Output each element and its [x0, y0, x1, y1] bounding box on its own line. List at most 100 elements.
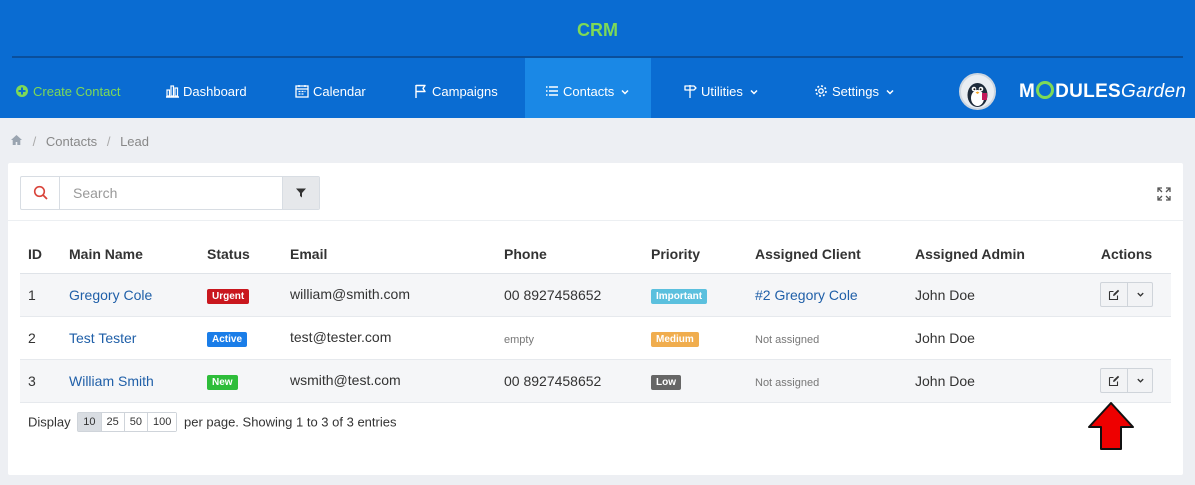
cell-id: 2: [20, 316, 61, 360]
row-actions-empty: [1082, 316, 1171, 360]
search-input[interactable]: [61, 177, 283, 209]
nav-utilities[interactable]: Utilities: [682, 58, 759, 118]
chevron-down-icon: [750, 89, 758, 95]
assigned-client-empty: Not assigned: [755, 376, 820, 389]
cell-id: 1: [20, 273, 61, 317]
app-title: CRM: [577, 20, 618, 40]
nav-settings[interactable]: Settings: [813, 58, 895, 118]
status-badge: Urgent: [207, 288, 250, 304]
penguin-avatar-icon: [967, 83, 988, 107]
cell-phone: 00 8927458652: [496, 359, 643, 403]
main-nav: Create Contact Dashboard Calendar Campai…: [0, 58, 1195, 118]
col-phone-header[interactable]: Phone: [496, 235, 643, 274]
cell-phone: 00 8927458652: [496, 273, 643, 317]
chevron-down-icon: [1136, 292, 1144, 297]
col-email-header[interactable]: Email: [282, 235, 496, 274]
contact-name-link[interactable]: Gregory Cole: [69, 287, 152, 303]
nav-contacts-label: Contacts: [563, 84, 615, 99]
page-size-25[interactable]: 25: [101, 413, 125, 431]
table-row: 3 William Smith New wsmith@test.com 00 8…: [20, 359, 1171, 403]
edit-icon: [1108, 289, 1120, 301]
toolbar-divider: [8, 220, 1183, 221]
nav-settings-label: Settings: [832, 84, 879, 99]
cell-admin: John Doe: [907, 273, 1082, 317]
edit-button[interactable]: [1101, 369, 1128, 392]
contact-name-link[interactable]: Test Tester: [69, 330, 136, 346]
priority-badge: Medium: [651, 331, 699, 347]
edit-icon: [1108, 375, 1120, 387]
breadcrumb-lead: Lead: [120, 134, 149, 150]
col-priority-header[interactable]: Priority: [643, 235, 747, 274]
chevron-down-icon: [1136, 378, 1144, 383]
user-avatar[interactable]: [959, 73, 996, 110]
breadcrumb-contacts[interactable]: Contacts: [46, 134, 97, 149]
pagination: Display 10 25 50 100 per page. Showing 1 to…: [28, 412, 396, 432]
page-size-100[interactable]: 100: [148, 413, 177, 431]
chevron-down-icon: [886, 89, 894, 95]
nav-campaigns[interactable]: Campaigns: [413, 58, 498, 118]
nav-calendar-label: Calendar: [313, 84, 366, 99]
gear-icon: [815, 85, 827, 97]
search-box: [20, 176, 320, 210]
cell-id: 3: [20, 359, 61, 403]
display-label: Display: [28, 414, 71, 430]
bar-chart-icon: [166, 85, 179, 98]
page-size-50[interactable]: 50: [124, 413, 148, 431]
col-assigned-client-header[interactable]: Assigned Client: [747, 235, 907, 274]
nav-create-contact[interactable]: Create Contact: [14, 58, 120, 118]
status-badge: Active: [207, 331, 248, 347]
cell-phone-empty: empty: [504, 333, 534, 346]
row-actions: [1100, 368, 1153, 393]
cell-admin: John Doe: [907, 359, 1082, 403]
more-actions-dropdown[interactable]: [1128, 369, 1152, 392]
col-assigned-admin-header[interactable]: Assigned Admin: [907, 235, 1082, 274]
expand-icon[interactable]: [1157, 187, 1171, 201]
home-icon[interactable]: [10, 134, 23, 146]
brand-o-logo-icon: [1036, 81, 1055, 99]
page-size-selector: 10 25 50 100: [77, 412, 178, 432]
page-size-10[interactable]: 10: [78, 413, 102, 431]
search-button[interactable]: [21, 177, 60, 209]
nav-dashboard[interactable]: Dashboard: [164, 58, 247, 118]
status-badge: New: [207, 374, 238, 390]
nav-contacts[interactable]: Contacts: [525, 58, 651, 118]
table-row: 1 Gregory Cole Urgent william@smith.com …: [20, 273, 1171, 317]
top-header: CRM Create Contact Dashboard Calendar Ca…: [0, 0, 1195, 118]
breadcrumb: / Contacts / Lead: [10, 133, 149, 149]
table-header-row: ID Main Name Status Email Phone Priority…: [20, 235, 1171, 274]
contact-name-link[interactable]: William Smith: [69, 373, 154, 389]
plus-circle-icon: [16, 85, 28, 97]
list-icon: [546, 86, 558, 96]
nav-calendar[interactable]: Calendar: [294, 58, 366, 118]
table-row: 2 Test Tester Active test@tester.com emp…: [20, 316, 1171, 360]
calendar-icon: [295, 85, 309, 98]
col-actions-header: Actions: [1082, 235, 1171, 274]
search-icon: [33, 185, 48, 200]
nav-campaigns-label: Campaigns: [432, 84, 498, 99]
nav-utilities-label: Utilities: [701, 84, 743, 99]
red-arrow-annotation-icon: [1088, 402, 1134, 450]
brand-logo: M DULESGarden: [1019, 81, 1187, 102]
chevron-down-icon: [621, 89, 629, 95]
col-status-header[interactable]: Status: [199, 235, 282, 274]
assigned-client-empty: Not assigned: [755, 333, 820, 346]
filter-button[interactable]: [282, 177, 319, 209]
signpost-icon: [684, 85, 697, 98]
col-main-name-header[interactable]: Main Name: [61, 235, 199, 274]
cell-email: test@tester.com: [282, 316, 496, 360]
col-id-header[interactable]: ID: [20, 235, 61, 274]
cell-email: william@smith.com: [282, 273, 496, 317]
priority-badge: Important: [651, 288, 708, 304]
contacts-table: ID Main Name Status Email Phone Priority…: [20, 235, 1171, 403]
nav-create-contact-label: Create Contact: [33, 84, 121, 99]
edit-button[interactable]: [1101, 283, 1128, 306]
breadcrumb-separator: /: [32, 134, 37, 150]
breadcrumb-separator: /: [106, 134, 111, 150]
cell-email: wsmith@test.com: [282, 359, 496, 403]
entries-summary: per page. Showing 1 to 3 of 3 entries: [183, 414, 397, 430]
cell-admin: John Doe: [907, 316, 1082, 360]
flag-icon: [415, 84, 426, 98]
assigned-client-link[interactable]: #2 Gregory Cole: [755, 287, 858, 303]
more-actions-dropdown[interactable]: [1128, 283, 1152, 306]
contacts-panel: ID Main Name Status Email Phone Priority…: [8, 163, 1183, 475]
